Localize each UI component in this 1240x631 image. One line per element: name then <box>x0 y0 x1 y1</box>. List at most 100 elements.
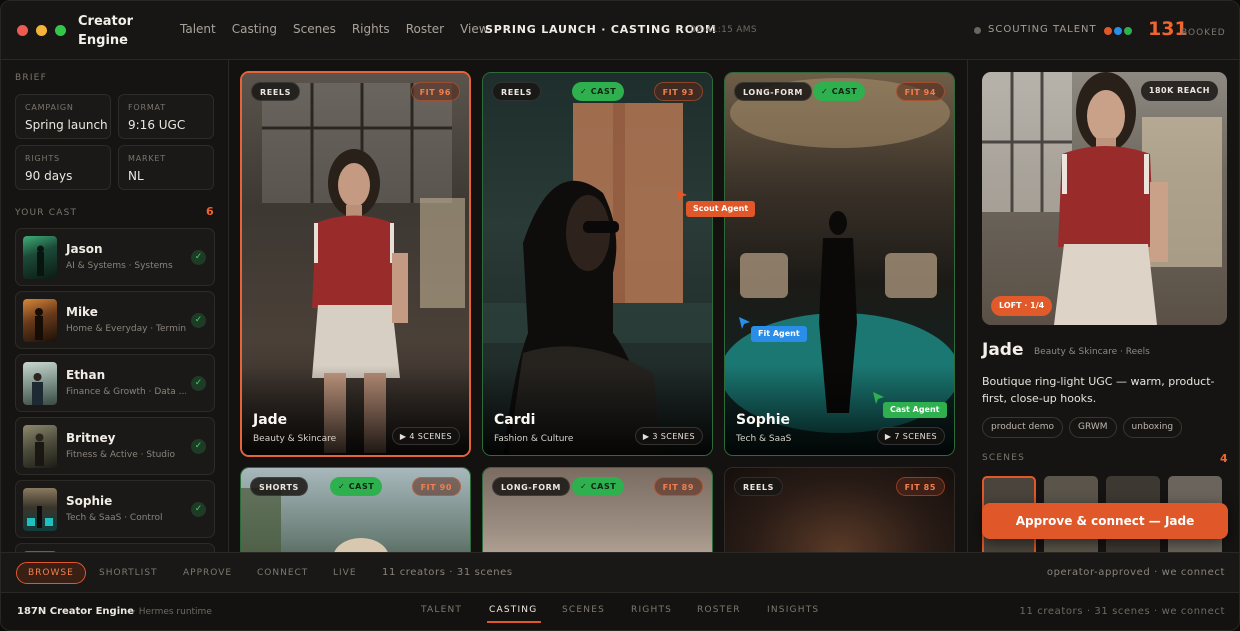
cast-sub: Fitness & Active · Studio <box>66 450 175 460</box>
nav-rights[interactable]: Rights <box>352 22 390 36</box>
creator-name: Sophie <box>736 412 790 428</box>
avatar <box>23 488 57 531</box>
location-badge[interactable]: LOFT · 1/4 <box>991 296 1053 316</box>
flow-summary: 11 creators · 31 scenes <box>382 567 513 578</box>
cast-badge: ✓ CAST <box>813 82 866 101</box>
creator-card-shorts[interactable]: SHORTS ✓ CAST FIT 90 <box>240 467 471 552</box>
scout-agent-tag: Scout Agent <box>686 201 756 217</box>
profile-meta: Beauty & Skincare · Reels <box>1034 347 1150 357</box>
fit-score-badge: FIT 85 <box>895 477 945 496</box>
tag-chip[interactable]: product demo <box>982 417 1063 438</box>
footer-note: 11 creators · 31 scenes · we connect <box>1019 606 1225 617</box>
nav-roster[interactable]: Roster <box>406 22 444 36</box>
footer-tab-talent[interactable]: TALENT <box>421 605 462 615</box>
creator-name: Cardi <box>494 412 536 428</box>
fit-score-badge: FIT 96 <box>410 82 460 101</box>
status-label: SCOUTING TALENT <box>988 24 1097 35</box>
format-badge: REELS <box>492 82 541 101</box>
creator-card-jade[interactable]: REELS FIT 96 Jade Beauty & Skincare ▶ 4 … <box>240 71 471 457</box>
creator-name: Jade <box>253 412 288 428</box>
cast-item-partial[interactable] <box>15 543 215 552</box>
cast-name: Ethan <box>66 368 106 382</box>
app-window: Creator Engine Talent Casting Scenes Rig… <box>0 0 1240 631</box>
footer-brand: 187N Creator Engine <box>17 606 135 617</box>
footer-tab-roster[interactable]: ROSTER <box>697 605 741 615</box>
creator-category: Tech & SaaS <box>736 434 792 444</box>
nav-talent[interactable]: Talent <box>180 22 216 36</box>
creator-card-longform[interactable]: LONG-FORM ✓ CAST FIT 89 <box>482 467 713 552</box>
close-window-button[interactable] <box>17 25 28 36</box>
check-icon: ✓ <box>191 376 206 391</box>
cast-count: 6 <box>206 205 214 218</box>
cast-item-mike[interactable]: Mike Home & Everyday · Terminal ✓ <box>15 291 215 349</box>
profile-name: Jade <box>982 340 1024 360</box>
agent-avatars <box>1103 26 1135 36</box>
avatar <box>23 236 57 279</box>
avatar <box>23 362 57 405</box>
cast-item-ethan[interactable]: Ethan Finance & Growth · Data ... ✓ <box>15 354 215 412</box>
flow-note: operator-approved · we connect <box>1046 567 1225 578</box>
check-icon: ✓ <box>191 502 206 517</box>
fit-score-badge: FIT 93 <box>653 82 703 101</box>
footer-tab-scenes[interactable]: SCENES <box>562 605 605 615</box>
app-brand: Creator Engine <box>78 14 134 48</box>
cast-name: Britney <box>66 431 116 445</box>
creator-card-reels[interactable]: REELS FIT 85 <box>724 467 955 552</box>
nav-scenes[interactable]: Scenes <box>293 22 336 36</box>
brief-value: 90 days <box>25 169 73 183</box>
booked-label: BOOKED <box>1181 28 1226 38</box>
scenes-button[interactable]: ▶ 3 SCENES <box>634 427 703 445</box>
tag-chip[interactable]: GRWM <box>1069 417 1117 438</box>
flow-step-live[interactable]: LIVE <box>333 568 357 578</box>
clock: · 02:41:15 AMS <box>684 25 757 35</box>
cast-item-sophie[interactable]: Sophie Tech & SaaS · Control ✓ <box>15 480 215 538</box>
flow-step-approve[interactable]: APPROVE <box>183 568 232 578</box>
approve-connect-button[interactable]: Approve & connect — Jade <box>982 503 1228 539</box>
flow-step-shortlist[interactable]: SHORTLIST <box>99 568 158 578</box>
flow-bar: BROWSE SHORTLIST APPROVE CONNECT LIVE 11… <box>1 552 1239 593</box>
format-badge: SHORTS <box>250 477 308 496</box>
check-icon: ✓ <box>191 250 206 265</box>
cast-name: Mike <box>66 305 98 319</box>
flow-step-browse[interactable]: BROWSE <box>16 562 86 584</box>
profile-description: Boutique ring-light UGC — warm, product-… <box>982 375 1215 405</box>
brief-rights[interactable]: RIGHTS 90 days <box>15 145 111 190</box>
tag-list: product demo GRWM unboxing <box>982 417 1183 438</box>
brief-key: RIGHTS <box>25 154 60 163</box>
brief-label: BRIEF <box>15 73 47 83</box>
brief-key: FORMAT <box>128 103 166 112</box>
format-badge: LONG-FORM <box>734 82 812 101</box>
footer-runtime: · Hermes runtime <box>133 607 212 617</box>
brief-key: MARKET <box>128 154 166 163</box>
creator-card-cardi[interactable]: REELS ✓ CAST FIT 93 Cardi Fashion & Cult… <box>482 72 713 456</box>
footer-tab-casting[interactable]: CASTING <box>489 605 537 615</box>
brief-value: Spring launch <box>25 118 108 132</box>
brief-format[interactable]: FORMAT 9:16 UGC <box>118 94 214 139</box>
avatar <box>23 425 57 468</box>
check-icon: ✓ <box>191 439 206 454</box>
flow-step-connect[interactable]: CONNECT <box>257 568 308 578</box>
view-title: SPRING LAUNCH · CASTING ROOM <box>485 23 717 36</box>
scenes-label: SCENES <box>982 453 1026 463</box>
profile-panel: 180K REACH LOFT · 1/4 Jade Beauty & Skin… <box>967 60 1239 552</box>
cast-sub: Finance & Growth · Data ... <box>66 387 186 397</box>
maximize-window-button[interactable] <box>55 25 66 36</box>
fit-score-badge: FIT 94 <box>895 82 945 101</box>
status-dot-icon <box>974 27 981 34</box>
creator-card-sophie[interactable]: LONG-FORM ✓ CAST FIT 94 Sophie Tech & Sa… <box>724 72 955 456</box>
cast-item-jason[interactable]: Jason AI & Systems · Systems ✓ <box>15 228 215 286</box>
nav-casting[interactable]: Casting <box>232 22 277 36</box>
cast-agent-tag: Cast Agent <box>883 402 947 418</box>
scenes-button[interactable]: ▶ 7 SCENES <box>876 427 945 445</box>
creator-category: Beauty & Skincare <box>253 434 337 444</box>
avatar <box>23 299 57 342</box>
scenes-button[interactable]: ▶ 4 SCENES <box>391 427 460 445</box>
brief-market[interactable]: MARKET NL <box>118 145 214 190</box>
footer-tab-rights[interactable]: RIGHTS <box>631 605 672 615</box>
tag-chip[interactable]: unboxing <box>1122 417 1183 438</box>
top-bar: Creator Engine Talent Casting Scenes Rig… <box>1 1 1239 60</box>
brief-campaign[interactable]: CAMPAIGN Spring launch <box>15 94 111 139</box>
footer-tab-insights[interactable]: INSIGHTS <box>767 605 819 615</box>
cast-item-britney[interactable]: Britney Fitness & Active · Studio ✓ <box>15 417 215 475</box>
minimize-window-button[interactable] <box>36 25 47 36</box>
